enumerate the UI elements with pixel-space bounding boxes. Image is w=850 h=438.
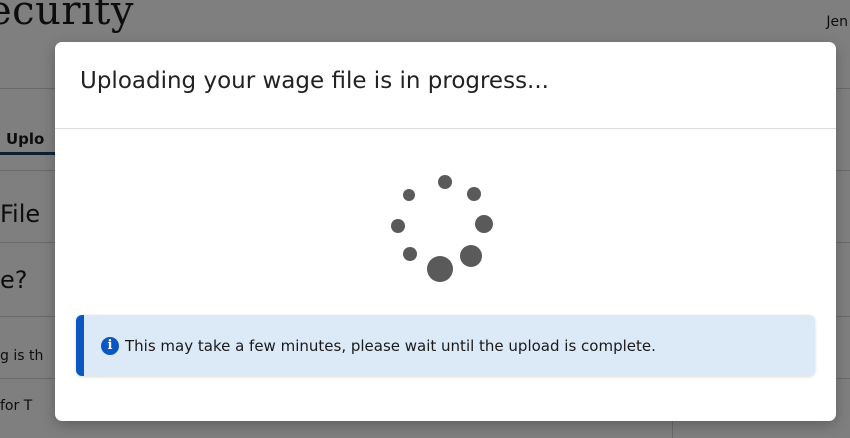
spinner-dot xyxy=(438,175,452,189)
spinner-dot xyxy=(460,245,482,267)
modal-header: Uploading your wage file is in progress.… xyxy=(55,42,836,129)
alert-message: This may take a few minutes, please wait… xyxy=(125,337,656,355)
spinner-dot xyxy=(475,215,493,233)
info-circle-icon: i xyxy=(101,337,119,355)
modal-title: Uploading your wage file is in progress.… xyxy=(80,68,549,94)
loading-spinner-icon xyxy=(383,172,497,286)
info-alert: i This may take a few minutes, please wa… xyxy=(76,315,815,376)
spinner-dot xyxy=(391,219,405,233)
upload-progress-modal: Uploading your wage file is in progress.… xyxy=(55,42,836,421)
spinner-dot xyxy=(403,247,417,261)
spinner-dot xyxy=(467,187,481,201)
spinner-dot xyxy=(427,256,453,282)
spinner-dot xyxy=(403,189,415,201)
